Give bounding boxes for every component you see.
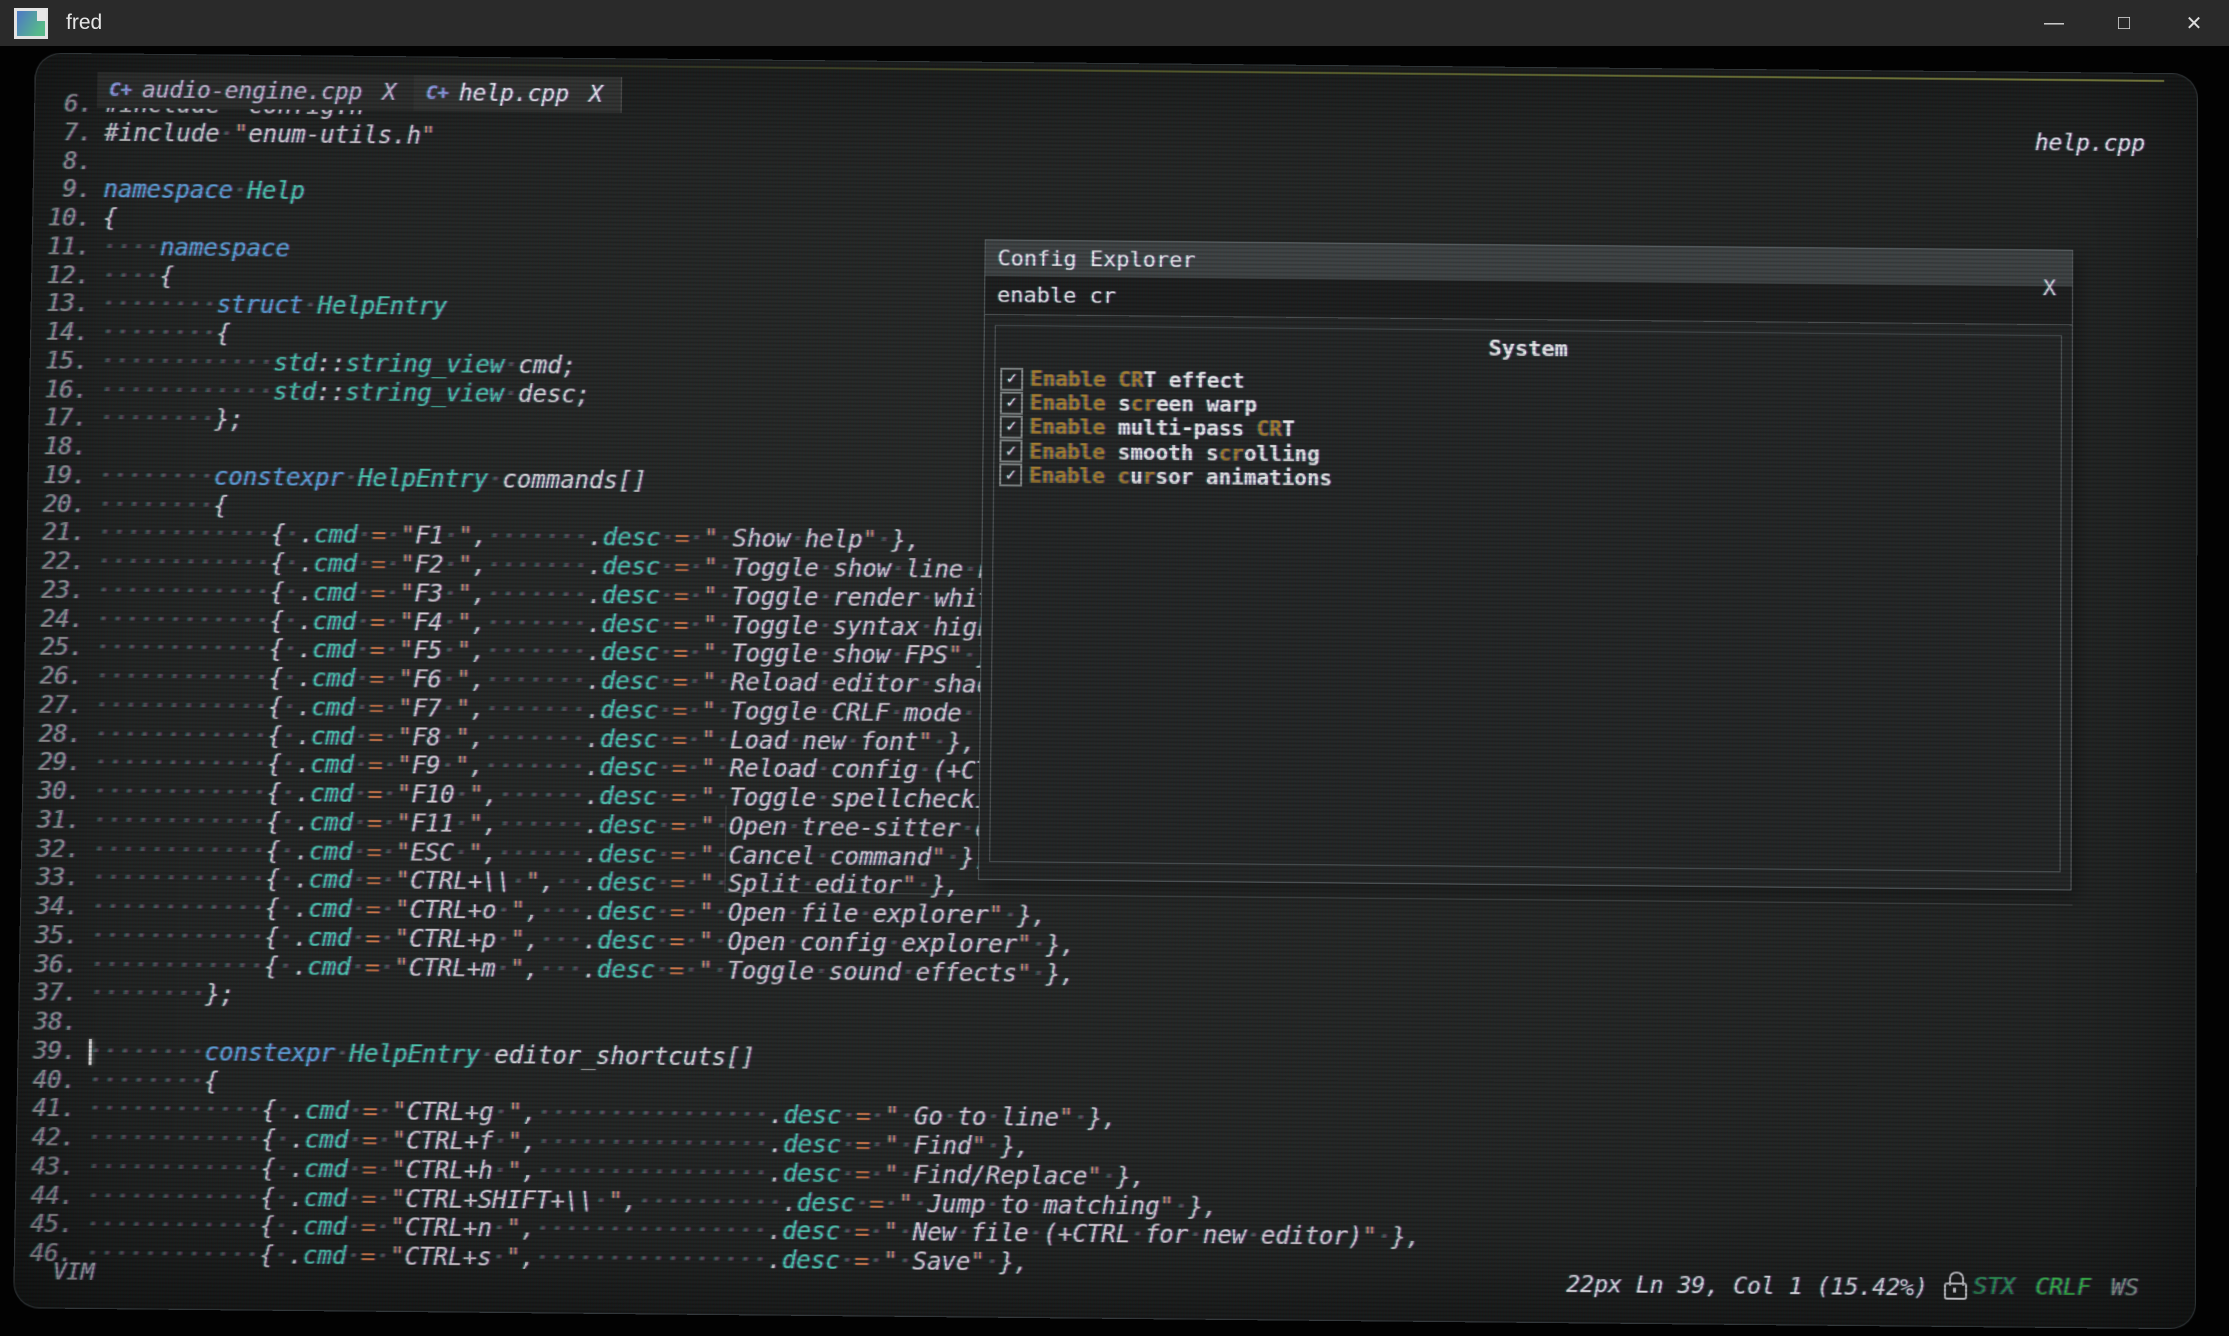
line-number: 33.	[21, 863, 92, 892]
line-number: 45.	[15, 1210, 86, 1240]
line-number: 40.	[18, 1065, 89, 1095]
minimize-button[interactable]: —	[2019, 0, 2089, 46]
line-number: 15.	[30, 346, 100, 375]
line-number: 22.	[27, 547, 97, 576]
config-option-label: Enable screen warp	[1030, 391, 1257, 417]
lock-icon	[1944, 1271, 1968, 1299]
editor-mode-indicator: VIM	[53, 1259, 95, 1286]
panel-close-button[interactable]: X	[2043, 276, 2056, 301]
line-number: 43.	[16, 1152, 87, 1182]
line-number: 19.	[28, 461, 98, 490]
line-number: 18.	[29, 432, 99, 461]
checkbox-checked-icon[interactable]: ✓	[1000, 367, 1023, 390]
config-option-label: Enable CRT effect	[1030, 367, 1245, 393]
tab-audio-engine[interactable]: C+ audio-engine.cpp X	[97, 72, 414, 111]
status-flags: STX CRLF WS	[1973, 1274, 2138, 1302]
line-number: 21.	[27, 518, 97, 547]
line-number: 6.	[35, 89, 105, 118]
line-number: 16.	[30, 375, 100, 404]
line-number: 44.	[16, 1181, 87, 1211]
close-button[interactable]: ✕	[2159, 0, 2229, 46]
line-number: 38.	[19, 1007, 90, 1037]
window-controls: — □ ✕	[2019, 0, 2229, 46]
line-number: 37.	[19, 978, 90, 1008]
line-number: 12.	[32, 261, 102, 290]
line-number: 11.	[32, 232, 102, 261]
line-number: 29.	[23, 748, 94, 777]
tab-close-icon[interactable]: X	[589, 82, 603, 108]
checkbox-checked-icon[interactable]: ✓	[999, 440, 1022, 463]
line-number: 42.	[17, 1123, 88, 1153]
status-flag-ws[interactable]: WS	[2111, 1275, 2139, 1301]
config-section-header: System	[995, 332, 2060, 367]
status-flag-crlf[interactable]: CRLF	[2035, 1274, 2091, 1301]
cpp-file-icon: C+	[426, 82, 449, 104]
line-number: 13.	[31, 289, 101, 318]
tab-label: help.cpp	[459, 81, 570, 108]
line-number: 32.	[22, 834, 93, 863]
titlebar: fred — □ ✕	[0, 0, 2229, 46]
current-file-overlay: help.cpp	[2035, 130, 2145, 157]
line-number: 23.	[26, 575, 96, 604]
line-number: 10.	[33, 203, 103, 232]
line-number: 24.	[26, 604, 96, 633]
config-explorer-panel: Config Explorer X enable cr System ✓Enab…	[978, 239, 2073, 890]
checkbox-checked-icon[interactable]: ✓	[999, 464, 1022, 487]
line-number: 35.	[20, 921, 91, 951]
tab-label: audio-engine.cpp	[142, 78, 363, 106]
app-icon	[14, 8, 48, 39]
line-number: 41.	[17, 1094, 88, 1124]
tab-close-icon[interactable]: X	[382, 80, 396, 106]
window-title: fred	[66, 11, 102, 35]
line-number: 25.	[25, 633, 95, 662]
config-option-list: ✓ Enable CRT effect ✓ Enable screen warp ✓ En…	[994, 367, 2061, 498]
line-number: 30.	[23, 777, 94, 806]
line-number: 27.	[24, 690, 94, 719]
line-number: 8.	[34, 146, 104, 175]
config-option-label: Enable smooth scrolling	[1029, 439, 1320, 466]
status-position-info: 22px Ln 39, Col 1 (15.42%)	[1566, 1272, 1928, 1302]
line-number: 34.	[21, 892, 92, 922]
tabbar: C+ audio-engine.cpp X C+ help.cpp X	[97, 72, 622, 113]
tab-help[interactable]: C+ help.cpp X	[414, 75, 622, 113]
config-results: System ✓ Enable CRT effect ✓ Enable screen …	[989, 325, 2062, 872]
line-number: 20.	[28, 489, 98, 518]
config-option-label: Enable multi-pass CRT	[1030, 415, 1295, 441]
line-number: 14.	[31, 318, 101, 347]
checkbox-checked-icon[interactable]: ✓	[1000, 391, 1023, 414]
line-number: 26.	[25, 662, 95, 691]
checkbox-checked-icon[interactable]: ✓	[1000, 415, 1023, 438]
line-number: 31.	[22, 805, 93, 834]
crt-screen: C+ audio-engine.cpp X C+ help.cpp X help…	[13, 53, 2198, 1330]
status-flag-stx[interactable]: STX	[1973, 1274, 2015, 1301]
line-number: 36.	[20, 950, 91, 980]
line-number: 9.	[33, 175, 103, 204]
maximize-button[interactable]: □	[2089, 0, 2159, 46]
line-number: 17.	[29, 403, 99, 432]
line-number: 7.	[34, 118, 104, 147]
crt-screen-area: C+ audio-engine.cpp X C+ help.cpp X help…	[0, 46, 2229, 1336]
line-number: 39.	[18, 1036, 89, 1066]
config-option-label: Enable cursor animations	[1029, 463, 1332, 490]
line-number: 28.	[24, 719, 95, 748]
cpp-file-icon: C+	[109, 79, 132, 101]
